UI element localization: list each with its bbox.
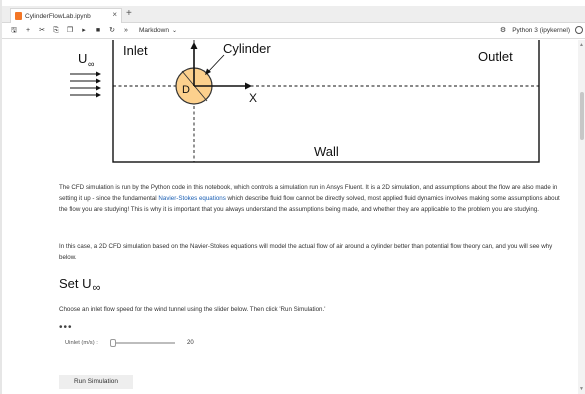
navier-stokes-link[interactable]: Navier-Stokes equations — [158, 195, 225, 202]
save-icon[interactable]: 🖫 — [7, 24, 21, 38]
wall-label: Wall — [314, 144, 339, 159]
kernel-indicator[interactable]: ⚙ Python 3 (ipykernel) — [500, 26, 583, 34]
slider-track[interactable] — [110, 339, 175, 347]
run-simulation-button[interactable]: Run Simulation — [59, 375, 133, 389]
x-axis-arrowhead — [245, 82, 252, 90]
y-axis-arrowhead — [190, 42, 198, 49]
tab-label: CylinderFlowLab.ipynb — [25, 12, 91, 20]
cfd-description-paragraph: The CFD simulation is run by the Python … — [59, 183, 567, 215]
slider-handle[interactable] — [110, 339, 116, 347]
inlet-speed-slider: Uinlet (m/s) : 20 — [65, 339, 194, 347]
restart-icon[interactable]: ↻ — [105, 24, 119, 38]
stop-icon[interactable]: ■ — [91, 24, 105, 38]
chevron-down-icon: ⌄ — [171, 28, 178, 34]
section-heading-subscript: ∞ — [92, 282, 101, 294]
close-icon[interactable]: × — [112, 10, 117, 19]
copy-icon[interactable]: ⎘ — [49, 24, 63, 38]
new-tab-button[interactable]: + — [126, 9, 132, 19]
flow-domain-diagram: Inlet Outlet Cylinder Wall D X U ∞ — [70, 40, 540, 163]
paste-icon[interactable]: ❐ — [63, 24, 77, 38]
scroll-down-arrow-icon[interactable]: ▼ — [579, 386, 584, 392]
slider-value: 20 — [187, 340, 194, 346]
section-heading-text: Set U — [59, 276, 92, 291]
cell-type-value: Markdown — [139, 27, 169, 34]
cell-type-select[interactable]: Markdown ⌄ — [139, 27, 177, 34]
section-heading: Set U ∞ — [59, 276, 101, 294]
notebook-content: Inlet Outlet Cylinder Wall D X U ∞ The C… — [2, 40, 580, 394]
slider-instruction: Choose an inlet flow speed for the wind … — [59, 306, 326, 313]
tab-cylinderflowlab[interactable]: CylinderFlowLab.ipynb × — [10, 8, 122, 23]
scroll-up-arrow-icon[interactable]: ▲ — [579, 42, 584, 48]
notebook-toolbar: 🖫 + ✂ ⎘ ❐ ▸ ■ ↻ » Markdown ⌄ ⚙ Python 3 … — [2, 23, 585, 39]
velocity-label: U — [78, 51, 87, 66]
cylinder-label: Cylinder — [223, 41, 271, 56]
kernel-name: Python 3 (ipykernel) — [512, 26, 570, 34]
x-axis-label: X — [249, 91, 257, 105]
tab-bar: CylinderFlowLab.ipynb × + — [2, 6, 585, 23]
scrollbar-thumb[interactable] — [580, 92, 584, 140]
jupyter-notebook-icon — [15, 12, 22, 20]
cut-icon[interactable]: ✂ — [35, 24, 49, 38]
add-cell-icon[interactable]: + — [21, 24, 35, 38]
collapsed-cell-ellipsis[interactable]: ••• — [59, 323, 73, 333]
run-icon[interactable]: ▸ — [77, 24, 91, 38]
cylinder-pointer — [207, 54, 225, 73]
slider-label: Uinlet (m/s) : — [65, 340, 98, 346]
gear-icon: ⚙ — [499, 27, 507, 34]
kernel-status-icon — [575, 26, 583, 34]
outlet-label: Outlet — [478, 49, 513, 64]
inlet-flow-arrows — [70, 71, 101, 98]
velocity-subscript: ∞ — [88, 59, 94, 69]
notebook-window: CylinderFlowLab.ipynb × + 🖫 + ✂ ⎘ ❐ ▸ ■ … — [0, 0, 585, 394]
cfd-comparison-paragraph: In this case, a 2D CFD simulation based … — [59, 243, 553, 261]
inlet-label: Inlet — [123, 43, 148, 58]
diameter-label: D — [182, 84, 190, 96]
fast-forward-icon[interactable]: » — [119, 24, 133, 38]
